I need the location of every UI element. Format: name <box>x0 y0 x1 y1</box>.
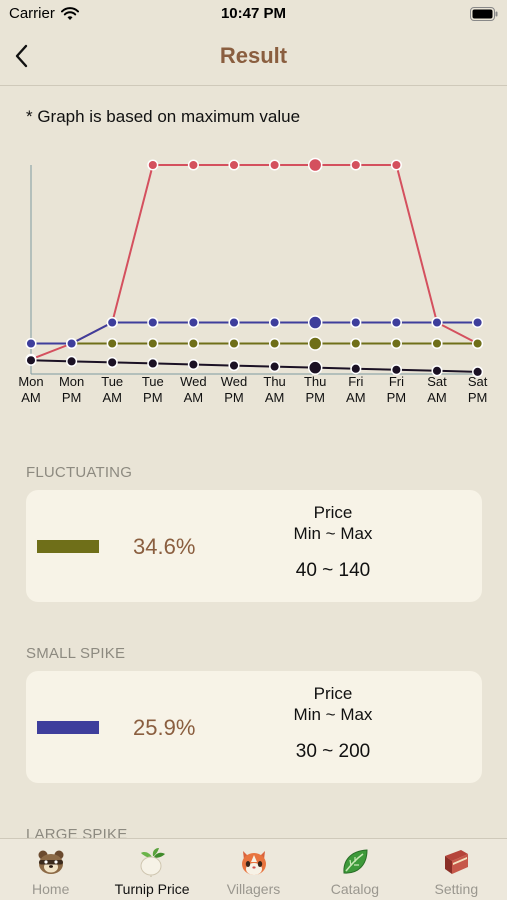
price-title: Price <box>313 503 353 522</box>
tab-label: Catalog <box>330 881 380 897</box>
data-point <box>147 159 159 171</box>
data-point <box>25 337 37 350</box>
page-title: Result <box>219 43 288 68</box>
data-point <box>269 159 281 171</box>
data-point <box>106 316 118 329</box>
pattern-probability: 25.9% <box>133 715 196 740</box>
x-tick-label: Tue AM <box>101 374 123 405</box>
pattern-color-swatch <box>37 721 99 734</box>
data-point <box>350 337 362 350</box>
tab-label: Villagers <box>226 881 281 897</box>
data-point <box>25 354 37 366</box>
result-content[interactable]: * Graph is based on maximum value Mon AM M… <box>0 87 507 838</box>
tab-bar: Home Turnip Price Villagers Catalog Sett… <box>0 838 507 900</box>
section-label-fluctuating: FLUCTUATING <box>26 464 133 481</box>
navigation-bar: Result <box>0 30 507 86</box>
section-label-large-spike: LARGE SPIKE <box>26 826 128 838</box>
book-icon <box>445 850 469 874</box>
data-point <box>390 316 402 329</box>
data-point <box>431 337 443 350</box>
data-point <box>390 337 402 350</box>
price-line-chart: Mon AM Mon PM Tue AM Tue PM Wed AM Wed PM Thu AM Thu PM… <box>18 157 488 405</box>
highlighted-data-point <box>307 360 323 375</box>
tab-catalog[interactable]: Catalog <box>304 839 405 900</box>
battery-icon <box>470 7 498 25</box>
data-point <box>269 361 281 373</box>
x-tick-label: Sat AM <box>427 374 447 405</box>
data-point <box>106 337 118 350</box>
price-subtitle: Min ~ Max <box>293 524 373 543</box>
data-point <box>350 316 362 329</box>
series-line <box>31 321 478 345</box>
data-point <box>66 337 78 350</box>
price-subtitle: Min ~ Max <box>293 705 373 724</box>
x-tick-label: Mon PM <box>59 374 84 405</box>
x-tick-label: Mon AM <box>18 374 43 405</box>
tab-label: Turnip Price <box>114 881 190 897</box>
data-point <box>431 316 443 329</box>
x-tick-label: Wed PM <box>221 374 248 405</box>
tab-turnip-price[interactable]: Turnip Price <box>101 839 202 900</box>
pattern-card-fluctuating: 34.6% Price Min ~ Max 40 ~ 140 <box>26 490 482 602</box>
x-tick-label: Thu PM <box>304 374 326 405</box>
data-point <box>147 357 159 370</box>
data-point <box>187 358 199 371</box>
pattern-card-small-spike: 25.9% Price Min ~ Max 30 ~ 200 <box>26 671 482 783</box>
price-title: Price <box>313 684 353 703</box>
status-bar: Carrier 10:47 PM <box>0 0 507 30</box>
data-point <box>390 159 402 171</box>
pattern-probability: 34.6% <box>133 534 196 559</box>
villager-cat-icon <box>241 851 266 875</box>
raccoon-icon <box>38 850 64 874</box>
data-point <box>269 316 281 329</box>
data-point <box>187 316 199 329</box>
tab-villagers[interactable]: Villagers <box>203 839 304 900</box>
data-point <box>350 159 362 171</box>
data-point <box>147 316 159 329</box>
x-tick-label: Sat PM <box>468 374 488 405</box>
data-point <box>269 337 281 350</box>
data-point <box>472 316 484 329</box>
data-point <box>228 360 240 372</box>
series-line <box>30 359 478 373</box>
pattern-color-swatch <box>37 540 99 553</box>
x-tick-label: Fri AM <box>346 374 366 405</box>
highlighted-data-point <box>307 157 323 173</box>
clock: 10:47 PM <box>220 5 287 22</box>
data-point <box>66 355 78 367</box>
price-range: 40 ~ 140 <box>295 560 371 581</box>
highlighted-data-point <box>307 315 323 330</box>
data-point <box>472 337 484 350</box>
tab-setting[interactable]: Setting <box>406 839 507 900</box>
tab-label: Home <box>32 881 70 897</box>
data-point <box>228 316 240 329</box>
tab-home[interactable]: Home <box>0 839 101 900</box>
data-point <box>147 337 159 350</box>
data-point <box>228 337 240 350</box>
price-range: 30 ~ 200 <box>295 741 371 762</box>
tab-label: Setting <box>434 881 479 897</box>
x-tick-label: Wed AM <box>180 374 207 405</box>
data-point <box>187 159 199 171</box>
turnip-icon <box>140 848 166 877</box>
data-point <box>106 356 118 368</box>
data-point <box>228 159 240 171</box>
x-tick-label: Tue PM <box>142 374 164 405</box>
x-tick-label: Thu AM <box>263 374 285 405</box>
x-tick-label: Fri PM <box>387 374 407 405</box>
data-point <box>350 363 362 375</box>
leaf-icon <box>343 849 368 874</box>
data-point <box>187 337 199 350</box>
section-label-small-spike: SMALL SPIKE <box>26 645 126 662</box>
highlighted-data-point <box>307 336 323 351</box>
